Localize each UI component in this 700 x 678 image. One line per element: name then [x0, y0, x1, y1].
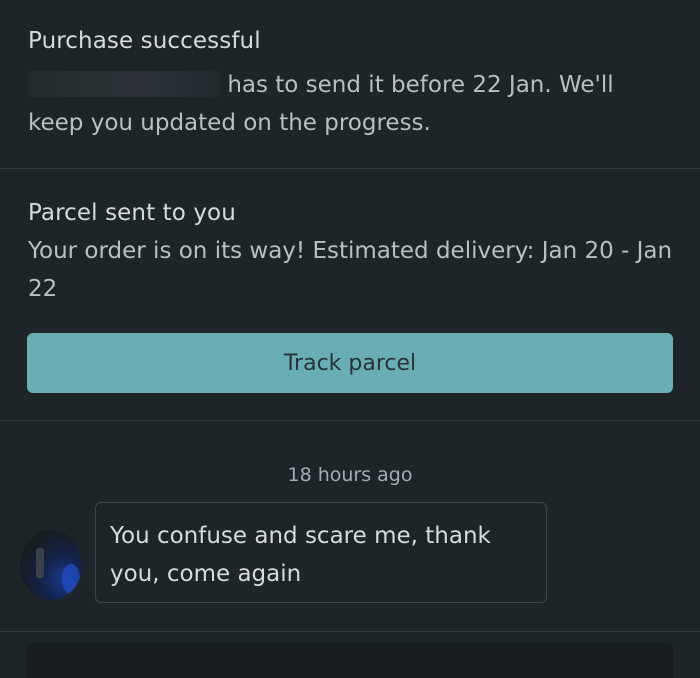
message-text: You confuse and scare me, thank you, com… — [110, 523, 491, 587]
purchase-message-line2: keep you updated on the progress. — [28, 110, 431, 136]
redacted-seller-name — [28, 71, 220, 97]
parcel-status-message: Your order is on its way! Estimated deli… — [28, 238, 673, 302]
purchase-status-message: has to send it before 22 Jan. We'll keep… — [28, 66, 678, 142]
divider — [0, 631, 700, 632]
message-timestamp: 18 hours ago — [287, 464, 413, 486]
avatar[interactable] — [20, 530, 82, 600]
message-bubble: You confuse and scare me, thank you, com… — [95, 502, 547, 603]
message-compose-area[interactable] — [27, 643, 673, 678]
divider — [0, 420, 700, 421]
track-parcel-button[interactable]: Track parcel — [27, 333, 673, 393]
parcel-status-title: Parcel sent to you — [28, 200, 236, 226]
divider — [0, 168, 700, 169]
purchase-message-line1: has to send it before 22 Jan. We'll — [227, 72, 614, 98]
purchase-status-title: Purchase successful — [28, 28, 261, 54]
conversation-view: Purchase successful has to send it befor… — [0, 0, 700, 678]
